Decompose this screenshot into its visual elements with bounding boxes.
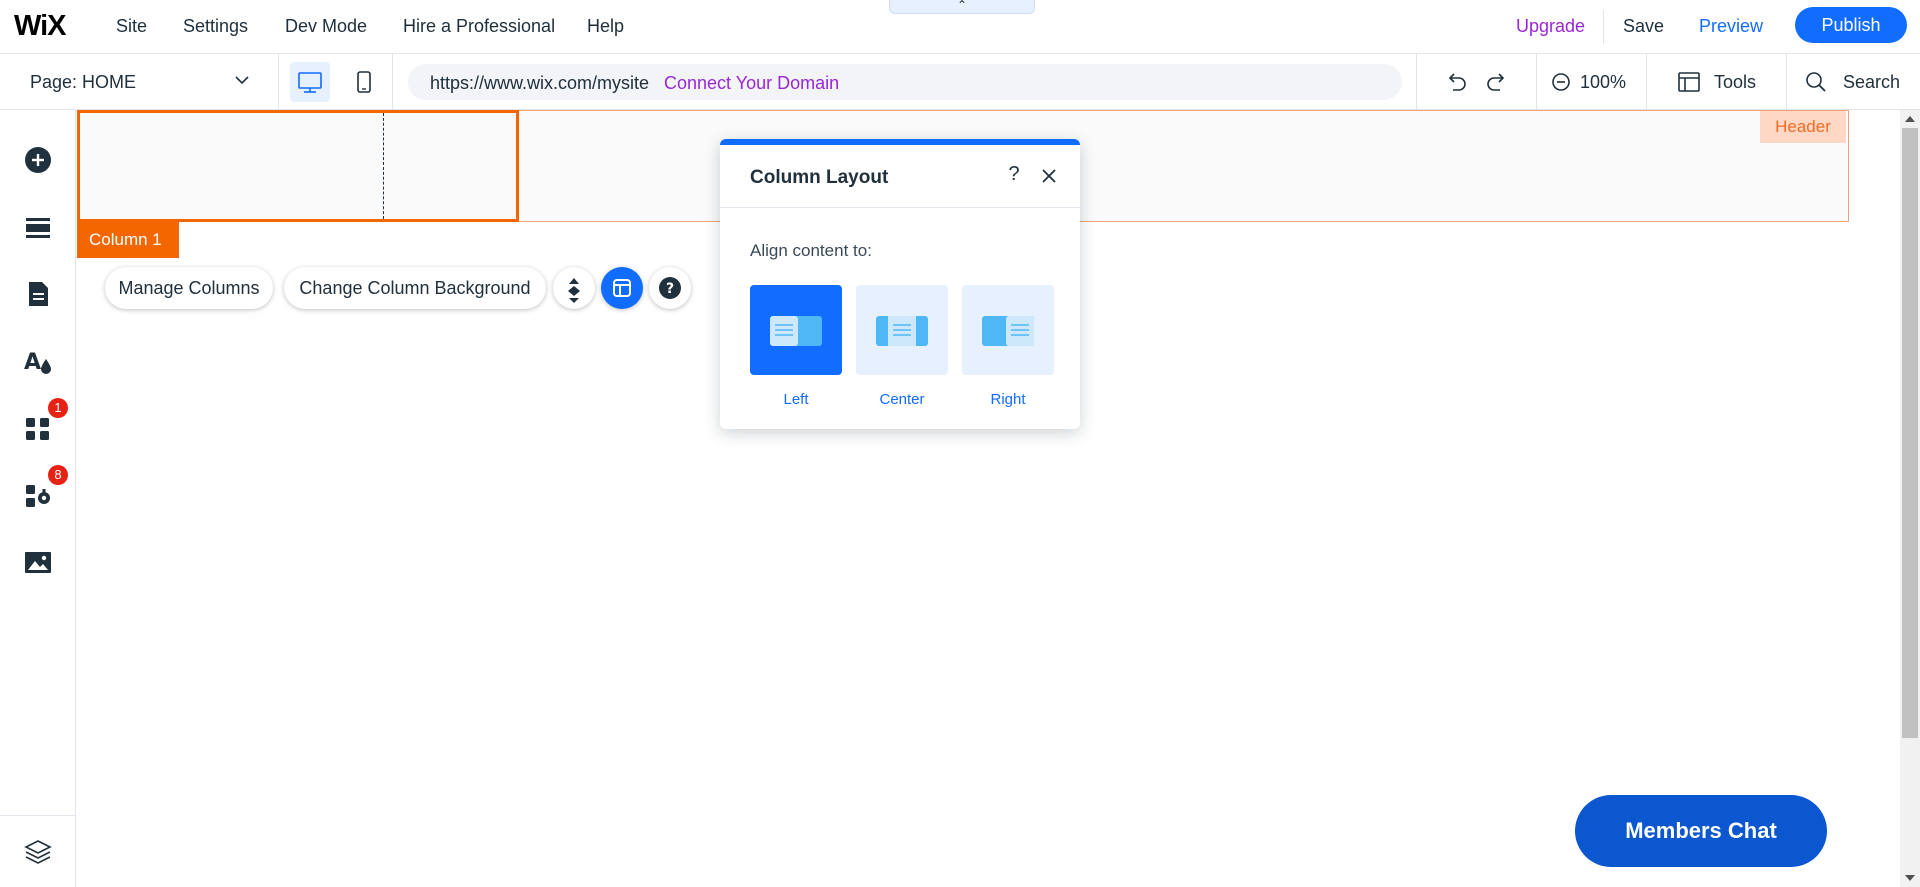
help-button[interactable]: ? [649, 267, 691, 309]
align-right-icon [982, 316, 1034, 346]
pages-icon[interactable] [22, 278, 54, 310]
desktop-icon [298, 72, 322, 93]
undo-icon[interactable] [1441, 67, 1471, 97]
column-layout-panel: Column Layout ? Align content to: Left C… [720, 139, 1080, 429]
media-icon[interactable] [22, 546, 54, 578]
arrange-button[interactable] [553, 267, 595, 309]
divider [278, 54, 279, 110]
business-tools-badge: 8 [48, 465, 68, 485]
align-content-label: Align content to: [750, 241, 872, 260]
desktop-view-button[interactable] [290, 62, 330, 102]
add-icon[interactable] [22, 144, 54, 176]
align-center-option[interactable] [856, 285, 948, 375]
publish-button[interactable]: Publish [1795, 7, 1907, 43]
align-right-option[interactable] [962, 285, 1054, 375]
mobile-view-button[interactable] [344, 62, 384, 102]
design-icon[interactable]: A [22, 345, 54, 377]
search-icon[interactable] [1801, 67, 1831, 97]
scroll-up-icon[interactable] [1900, 112, 1920, 126]
business-tools-icon [26, 485, 50, 507]
page-selector[interactable]: Page: HOME [30, 72, 136, 93]
change-column-background-button[interactable]: Change Column Background [284, 267, 546, 309]
help-icon: ? [659, 277, 681, 299]
svg-text:A: A [24, 350, 41, 375]
arrange-icon [568, 278, 580, 303]
save-button[interactable]: Save [1623, 16, 1664, 37]
column-guide-line [383, 113, 384, 219]
divider [392, 54, 393, 110]
divider [720, 207, 1080, 208]
divider [1646, 54, 1647, 110]
panel-accent-bar [720, 139, 1080, 145]
page-selector-prefix: Page: [30, 72, 83, 92]
svg-text:?: ? [666, 281, 674, 297]
wix-logo[interactable]: WiX [14, 10, 67, 43]
zoom-level[interactable]: 100% [1580, 72, 1626, 93]
upgrade-link[interactable]: Upgrade [1516, 16, 1585, 37]
chevron-up-icon: ⌃ [956, 0, 968, 12]
menu-settings[interactable]: Settings [183, 16, 248, 37]
connect-domain-link[interactable]: Connect Your Domain [664, 73, 839, 94]
scroll-down-icon[interactable] [1900, 871, 1920, 885]
align-center-label[interactable]: Center [856, 391, 948, 408]
apps-icon [26, 418, 49, 440]
top-menu-bar: WiX Site Settings Dev Mode Hire a Profes… [0, 0, 1920, 54]
search-button[interactable]: Search [1843, 72, 1900, 93]
divider [1786, 54, 1787, 110]
scrollbar-thumb[interactable] [1902, 128, 1918, 738]
align-left-icon [770, 316, 822, 346]
left-sidebar: A 1 8 [0, 110, 76, 887]
menu-site[interactable]: Site [116, 16, 147, 37]
site-url-bar: https://www.wix.com/mysite Connect Your … [408, 64, 1402, 100]
panel-help-button[interactable]: ? [1002, 163, 1026, 189]
divider [1603, 10, 1604, 44]
manage-columns-button[interactable]: Manage Columns [105, 267, 273, 309]
layout-icon [613, 279, 631, 297]
apps-badge: 1 [48, 398, 68, 418]
layout-button[interactable] [601, 267, 643, 309]
site-url: https://www.wix.com/mysite [430, 73, 650, 93]
editor-toolbar: Page: HOME https://www.wix.com/mysite Co… [0, 54, 1920, 110]
preview-button[interactable]: Preview [1699, 16, 1763, 37]
zoom-out-icon[interactable] [1546, 67, 1576, 97]
layers-icon[interactable] [22, 835, 54, 867]
panel-title: Column Layout [750, 167, 889, 188]
divider [0, 815, 76, 816]
members-chat-button[interactable]: Members Chat [1575, 795, 1827, 867]
tools-button[interactable]: Tools [1714, 72, 1756, 93]
selected-column[interactable] [77, 110, 519, 222]
align-left-label[interactable]: Left [750, 391, 842, 408]
menu-dev-mode[interactable]: Dev Mode [285, 16, 367, 37]
align-right-label[interactable]: Right [962, 391, 1054, 408]
header-label: Header [1760, 111, 1846, 143]
menu-hire-a-professional[interactable]: Hire a Professional [403, 16, 555, 37]
collapse-topbar-button[interactable]: ⌃ [889, 0, 1035, 14]
sections-icon[interactable] [22, 211, 54, 243]
align-left-option[interactable] [750, 285, 842, 375]
divider [1536, 54, 1537, 110]
align-center-icon [876, 316, 928, 346]
divider [1416, 54, 1417, 110]
mobile-icon [357, 71, 371, 93]
page-selector-name: HOME [82, 72, 137, 92]
menu-help[interactable]: Help [587, 16, 624, 37]
close-icon[interactable] [1038, 165, 1060, 187]
redo-icon[interactable] [1482, 67, 1512, 97]
chevron-down-icon[interactable] [232, 70, 252, 90]
tools-icon[interactable] [1674, 67, 1704, 97]
column-label: Column 1 [77, 222, 179, 258]
